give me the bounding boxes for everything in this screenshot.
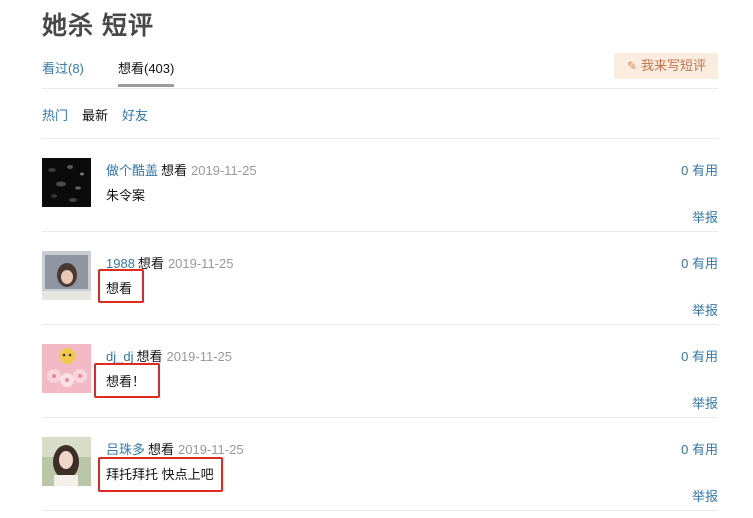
useful-vote-button[interactable]: 0 有用 xyxy=(681,346,718,365)
useful-vote-button[interactable]: 0 有用 xyxy=(681,160,718,179)
comment-item: 做个酷盖 想看 2019-11-25 朱令案 0 有用 举报 xyxy=(42,139,718,232)
write-comment-label: 我来写短评 xyxy=(640,58,706,73)
tab-bar: 看过(8) 想看(403) ✎ 我来写短评 xyxy=(42,53,718,89)
report-link[interactable]: 举报 xyxy=(692,393,718,412)
comment-meta: 吕珠多 想看 2019-11-25 xyxy=(106,439,244,458)
comment-status: 想看 xyxy=(148,442,175,457)
highlight-box xyxy=(98,457,223,492)
comment-item: 吕珠多 想看 2019-11-25 拜托拜托 快点上吧 0 有用 举报 xyxy=(42,418,718,511)
comment-item: dj_dj 想看 2019-11-25 想看！ 0 有用 举报 xyxy=(42,325,718,418)
write-comment-button[interactable]: ✎ 我来写短评 xyxy=(614,53,718,79)
filter-hot[interactable]: 热门 xyxy=(42,105,68,124)
comment-status: 想看 xyxy=(136,349,163,364)
avatar[interactable] xyxy=(42,251,91,300)
sort-filter-bar: 热门 最新 好友 xyxy=(42,105,718,139)
avatar[interactable] xyxy=(42,344,91,393)
avatar[interactable] xyxy=(42,437,91,486)
comment-date: 2019-11-25 xyxy=(191,163,257,178)
comment-meta: 做个酷盖 想看 2019-11-25 xyxy=(106,160,257,179)
comment-content: 朱令案 xyxy=(106,188,146,203)
highlight-box xyxy=(98,269,144,303)
avatar[interactable] xyxy=(42,158,91,207)
report-link[interactable]: 举报 xyxy=(692,300,718,319)
comment-date: 2019-11-25 xyxy=(166,349,233,364)
comment-date: 2019-11-25 xyxy=(178,442,244,457)
comment-item: 1988 想看 2019-11-25 想看 0 有用 举报 xyxy=(42,232,718,325)
useful-vote-button[interactable]: 0 有用 xyxy=(681,253,718,272)
useful-vote-button[interactable]: 0 有用 xyxy=(681,439,718,458)
report-link[interactable]: 举报 xyxy=(692,207,718,226)
tab-watched[interactable]: 看过(8) xyxy=(42,58,84,77)
filter-friends[interactable]: 好友 xyxy=(122,105,148,124)
comment-date: 2019-11-25 xyxy=(167,256,234,271)
comment-username[interactable]: 吕珠多 xyxy=(106,442,145,457)
filter-latest[interactable]: 最新 xyxy=(82,105,108,124)
highlight-box xyxy=(94,363,160,398)
comment-username[interactable]: dj_dj xyxy=(106,349,133,364)
comment-username[interactable]: 做个酷盖 xyxy=(106,163,158,178)
tab-want-to-watch[interactable]: 想看(403) xyxy=(118,58,175,87)
report-link[interactable]: 举报 xyxy=(692,486,718,505)
pencil-icon: ✎ xyxy=(626,59,638,73)
comment-status: 想看 xyxy=(161,163,188,178)
page-title: 她杀 短评 xyxy=(42,12,154,40)
